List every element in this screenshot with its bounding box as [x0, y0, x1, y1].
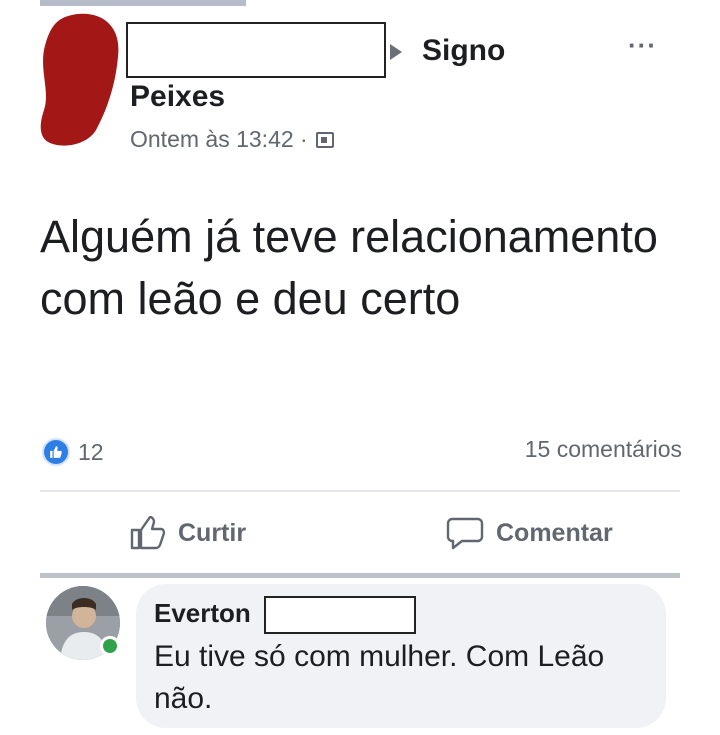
like-label: Curtir — [178, 518, 247, 547]
post-text: Alguém já teve relacionamento com leão e… — [40, 211, 658, 324]
reaction-summary[interactable]: 12 — [42, 438, 104, 466]
more-options-icon[interactable]: ··· — [628, 30, 657, 61]
redacted-commenter-surname — [264, 596, 416, 634]
comment-button[interactable]: Comentar — [446, 516, 613, 550]
speech-bubble-icon — [446, 517, 484, 550]
reaction-count: 12 — [78, 438, 104, 465]
top-divider — [40, 0, 246, 6]
arrow-icon — [390, 44, 402, 60]
redacted-author-name — [126, 22, 386, 78]
like-button[interactable]: Curtir — [130, 516, 246, 550]
redacted-avatar — [40, 13, 119, 146]
comments-count[interactable]: 15 comentários — [525, 436, 682, 463]
thumbs-up-icon — [130, 516, 166, 550]
post-timestamp-row: Ontem às 13:42 · — [130, 126, 334, 153]
comment-text: Eu tive só com mulher. Com Leão não. — [154, 640, 605, 715]
group-name[interactable]: Signo — [422, 34, 505, 68]
actions-divider — [40, 490, 680, 492]
public-audience-icon — [315, 131, 334, 148]
group-name-continued[interactable]: Peixes — [130, 80, 225, 114]
like-reaction-icon — [42, 438, 70, 466]
comment-author[interactable]: Everton — [154, 598, 251, 629]
comment-label: Comentar — [496, 518, 613, 547]
online-status-indicator — [100, 636, 120, 656]
comments-divider — [40, 573, 680, 578]
post-timestamp[interactable]: Ontem às 13:42 · — [130, 126, 308, 153]
